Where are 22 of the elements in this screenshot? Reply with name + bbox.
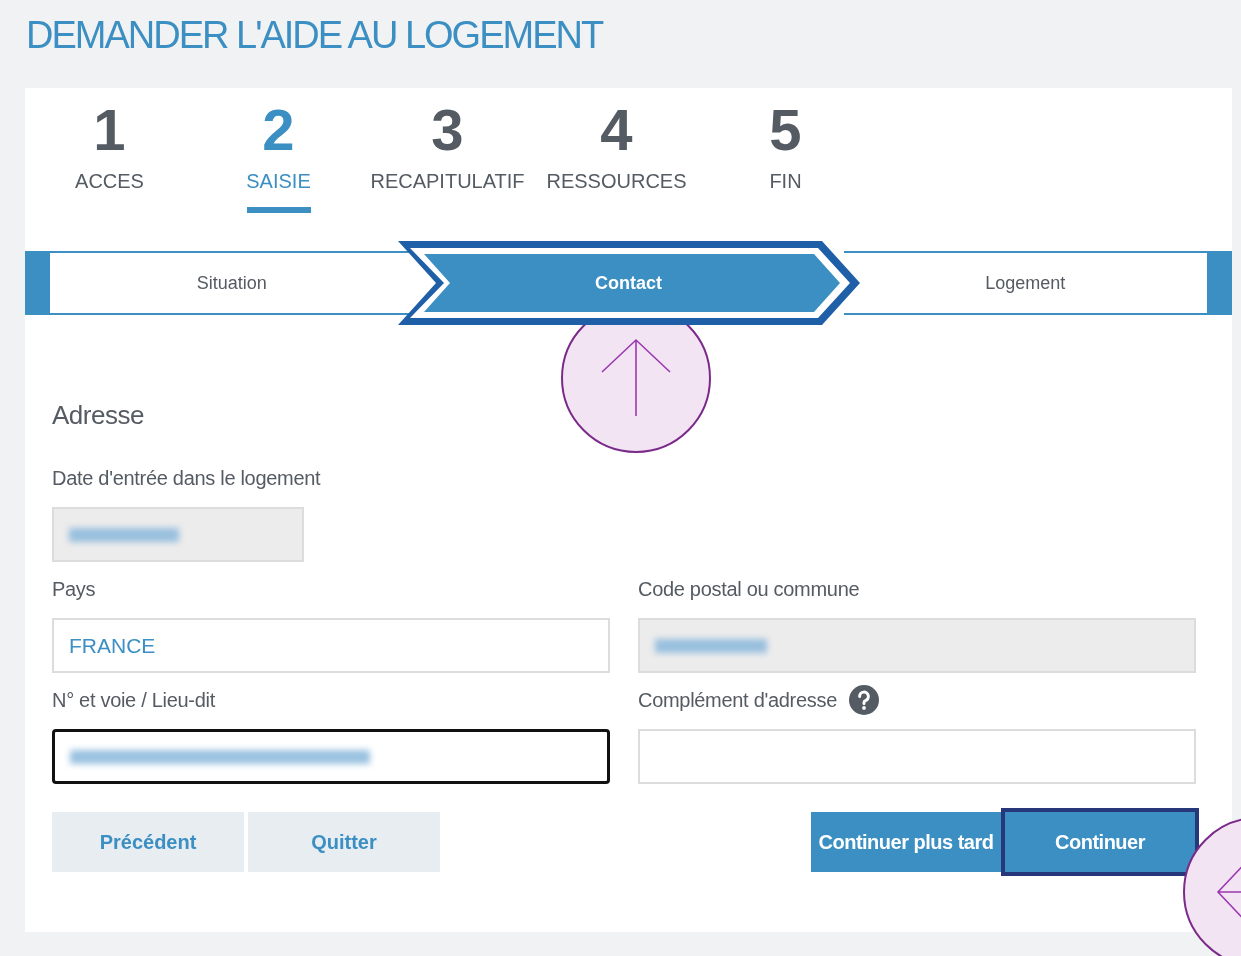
progress-bar-end [1207, 251, 1232, 315]
step-tab[interactable]: 3 RECAPITULATIF [363, 88, 532, 238]
help-icon[interactable] [849, 685, 880, 715]
input-field[interactable]: FRANCE [52, 618, 610, 673]
step-tab[interactable]: 4 RESSOURCES [532, 88, 701, 238]
field-label: Pays [52, 577, 96, 601]
substep-tab[interactable]: Logement [843, 251, 1207, 315]
section-title: Adresse [52, 400, 145, 431]
substep-tab[interactable]: Situation [50, 251, 414, 315]
page-title: DEMANDER L'AIDE AU LOGEMENT [26, 14, 603, 57]
input-field[interactable] [52, 729, 610, 784]
field-label: Code postal ou commune [638, 577, 860, 601]
step-tab[interactable]: 1 ACCES [25, 88, 194, 238]
step-tab[interactable]: 2 SAISIE [194, 88, 363, 238]
field-label: Date d'entrée dans le logement [52, 466, 321, 490]
progress-bar-end [25, 251, 50, 315]
field-label: N° et voie / Lieu-dit [52, 688, 215, 712]
nav-button[interactable]: Quitter [248, 812, 440, 872]
step-tab[interactable]: 5 FIN [701, 88, 870, 238]
nav-button[interactable]: Précédent [52, 812, 244, 872]
nav-button[interactable]: Continuer plus tard [811, 812, 1001, 872]
field-label: Complément d'adresse [638, 688, 838, 712]
